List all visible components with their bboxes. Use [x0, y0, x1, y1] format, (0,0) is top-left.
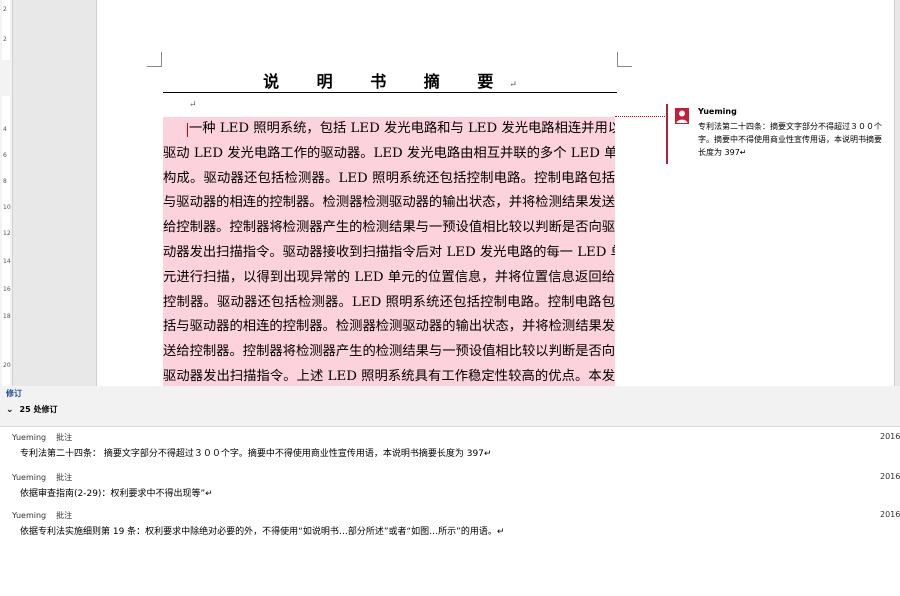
revision-kind: 批注 [56, 433, 73, 442]
body-line: 与驱动器的相连的控制器。检测器检测驱动器的输出状态，并将检测结果发送 [163, 195, 615, 211]
body-line: 元进行扫描，以得到出现异常的 LED 单元的位置信息，并将位置信息返回给 [163, 269, 615, 285]
body-line: 送给控制器。控制器将检测器产生的检测结果与一预设值相比较以判断是否向 [163, 344, 615, 360]
comment-balloon[interactable]: Yueming 专利法第二十四条：摘要文字部分不得超过３００个字。摘要中不得使用… [666, 104, 894, 164]
body-line: 一种 LED 照明系统，包括 LED 发光电路和与 LED 发光电路相连并用以 [189, 121, 615, 136]
revision-author: Yueming [12, 473, 47, 482]
ruler-tick: 4 [3, 126, 7, 133]
revision-meta: Yueming 批注 [12, 510, 72, 521]
user-avatar-icon [675, 108, 689, 124]
revision-date: 2016 [880, 432, 900, 441]
paragraph-mark: ↵ [509, 80, 517, 90]
body-line: 控制器。驱动器还包括检测器。LED 照明系统还包括控制电路。控制电路包 [163, 294, 615, 310]
comment-text: 专利法第二十四条：摘要文字部分不得超过３００个字。摘要中不得使用商业性宣传用语，… [698, 122, 882, 157]
chevron-down-icon: ⌄ [6, 405, 14, 415]
ruler-tick: 20 [3, 362, 11, 369]
revisions-count-toggle[interactable]: ⌄ 25 处修订 [6, 404, 57, 415]
ruler-tick: 2 [3, 6, 7, 13]
revision-text: 依据专利法实施细则第 19 条：权利要求中除绝对必要的外，不得使用“如说明书…部… [20, 527, 505, 537]
ruler-tick: 8 [3, 178, 7, 185]
ruler-tick: 2 [3, 36, 7, 43]
body-line: 驱动器发出扫描指令。上述 LED 照明系统具有工作稳定性较高的优点。本发 [163, 368, 615, 384]
revision-kind: 批注 [56, 473, 73, 482]
revision-meta: Yueming 批注 [12, 432, 72, 443]
revision-author: Yueming [12, 511, 47, 520]
ruler-tick: 6 [3, 152, 7, 159]
revision-meta: Yueming 批注 [12, 472, 72, 483]
vertical-ruler: 2 2 4 6 8 10 12 14 16 18 20 [0, 0, 13, 386]
revision-entry[interactable]: Yueming 批注 2016 专利法第二十四条： 摘要文字部分不得超过３００个字… [0, 432, 900, 472]
revision-text: 专利法第二十四条： 摘要文字部分不得超过３００个字。摘要中不得使用商业性宣传用语… [20, 449, 492, 459]
body-line: 动器发出扫描指令。驱动器接收到扫描指令后对 LED 发光电路的每一 LED 单 [163, 244, 615, 260]
body-line: 驱动 LED 发光电路工作的驱动器。LED 发光电路由相互并联的多个 LED 单… [163, 145, 615, 161]
body-line: 括与驱动器的相连的控制器。检测器检测驱动器的输出状态，并将检测结果发 [163, 319, 615, 335]
ruler-tick: 10 [3, 204, 11, 211]
revisions-panel: 修订 ⌄ 25 处修订 Yueming 批注 2016 专利法第二十四条： 摘要文字… [0, 386, 900, 596]
body-line: 构成。驱动器还包括检测器。LED 照明系统还包括控制电路。控制电路包括 [163, 170, 615, 186]
comment-author: Yueming [698, 107, 737, 116]
text-cursor [187, 123, 188, 137]
body-line: 给控制器。控制器将检测器产生的检测结果与一预设值相比较以判断是否向驱 [163, 220, 615, 236]
margin-corner-mark [617, 52, 632, 67]
document-page[interactable]: 说 明 书 摘 要↵ ↵ 一种 LED 照明系统，包括 LED 发光电路和与 L… [96, 0, 765, 386]
revisions-title: 修订 [6, 389, 22, 398]
page-title-text: 说 明 书 摘 要 [263, 72, 510, 91]
revision-author: Yueming [12, 433, 47, 442]
page-title: 说 明 书 摘 要↵ [163, 68, 617, 92]
revisions-header: 修订 ⌄ 25 处修订 [0, 386, 900, 427]
revision-text: 依据审查指南(2-29)：权利要求中不得出现等”↵ [20, 489, 213, 499]
ruler-text-area [2, 96, 10, 386]
title-underline [163, 92, 617, 93]
abstract-body[interactable]: 一种 LED 照明系统，包括 LED 发光电路和与 LED 发光电路相连并用以 … [163, 117, 615, 386]
ruler-tick: 14 [3, 258, 11, 265]
revision-kind: 批注 [56, 511, 73, 520]
ruler-tick: 16 [3, 286, 11, 293]
margin-corner-mark [147, 52, 162, 67]
revision-date: 2016 [880, 510, 900, 519]
ruler-tick: 12 [3, 230, 11, 237]
comment-pane: Yueming 专利法第二十四条：摘要文字部分不得超过３００个字。摘要中不得使用… [666, 0, 895, 386]
revision-entry[interactable]: Yueming 批注 2016 依据审查指南(2-29)：权利要求中不得出现等”↵ [0, 472, 900, 512]
revisions-count: 25 处修订 [19, 405, 58, 414]
revision-entry[interactable]: Yueming 批注 2016 依据专利法实施细则第 19 条：权利要求中除绝对必… [0, 510, 900, 550]
comment-balloon-bar [666, 104, 668, 164]
empty-paragraph-mark: ↵ [189, 100, 197, 110]
document-area: 2 2 4 6 8 10 12 14 16 18 20 说 明 书 摘 要↵ ↵… [0, 0, 900, 386]
revision-date: 2016 [880, 472, 900, 481]
ruler-tick: 18 [3, 313, 11, 320]
